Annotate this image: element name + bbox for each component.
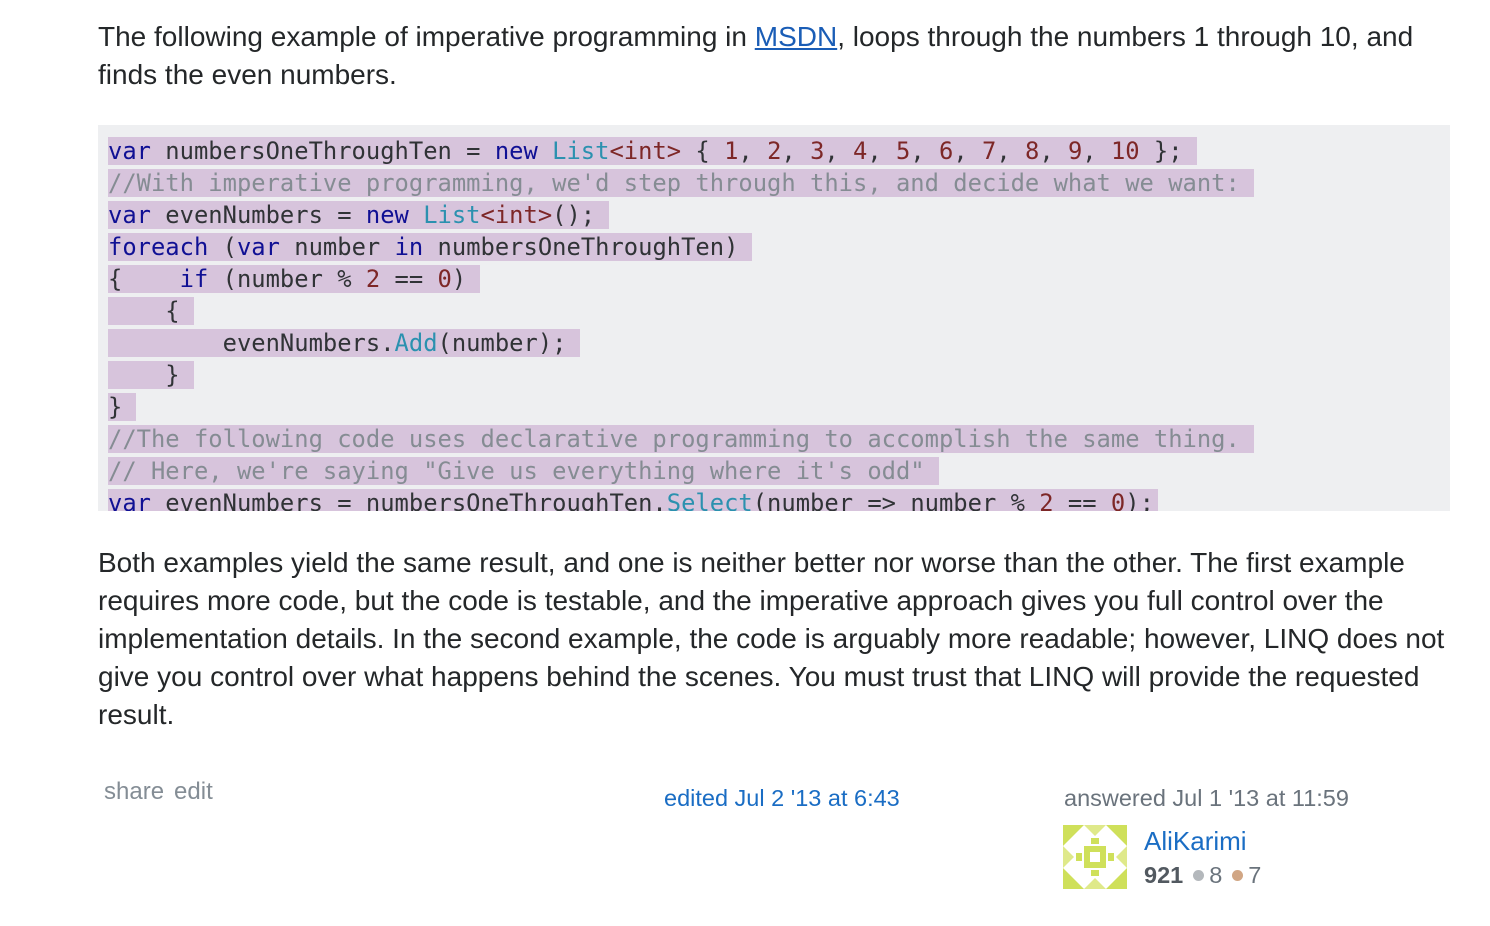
answered-timestamp: answered Jul 1 '13 at 11:59: [1064, 785, 1349, 811]
code-line: var evenNumbers = numbersOneThroughTen.S…: [108, 487, 1440, 511]
intro-text-before: The following example of imperative prog…: [98, 21, 755, 52]
code-line: //The following code uses declarative pr…: [108, 423, 1440, 455]
conclusion-paragraph: Both examples yield the same result, and…: [98, 547, 1445, 730]
reputation-score: 921: [1144, 862, 1184, 888]
intro-paragraph: The following example of imperative prog…: [98, 18, 1450, 94]
code-line: //With imperative programming, we'd step…: [108, 167, 1440, 199]
code-line: foreach (var number in numbersOneThrough…: [108, 231, 1440, 263]
code-line: var evenNumbers = new List<int>();: [108, 199, 1440, 231]
edited-timestamp-link[interactable]: edited Jul 2 '13 at 6:43: [664, 785, 900, 812]
code-line: }: [108, 359, 1440, 391]
code-line: var numbersOneThroughTen = new List<int>…: [108, 135, 1440, 167]
code-line: evenNumbers.Add(number);: [108, 327, 1440, 359]
user-avatar[interactable]: [1063, 825, 1127, 889]
code-line: }: [108, 391, 1440, 423]
silver-badge-count: 8: [1209, 862, 1223, 888]
code-block: var numbersOneThroughTen = new List<int>…: [98, 125, 1450, 511]
msdn-link[interactable]: MSDN: [755, 21, 837, 52]
post-footer: share edit edited Jul 2 '13 at 6:43 answe…: [0, 778, 1490, 908]
code-line: {: [108, 295, 1440, 327]
username-link[interactable]: AliKarimi: [1144, 826, 1247, 857]
silver-badge-icon: [1193, 870, 1205, 882]
edit-link[interactable]: edit: [174, 778, 213, 805]
share-link[interactable]: share: [104, 778, 164, 805]
user-reputation: 921 8 7: [1144, 862, 1261, 889]
code-line: { if (number % 2 == 0): [108, 263, 1440, 295]
bronze-badge-count: 7: [1248, 862, 1262, 888]
bronze-badge-icon: [1232, 870, 1244, 882]
answer-post: The following example of imperative prog…: [98, 18, 1450, 734]
code-line: // Here, we're saying "Give us everythin…: [108, 455, 1440, 487]
post-menu: share edit: [104, 778, 223, 806]
